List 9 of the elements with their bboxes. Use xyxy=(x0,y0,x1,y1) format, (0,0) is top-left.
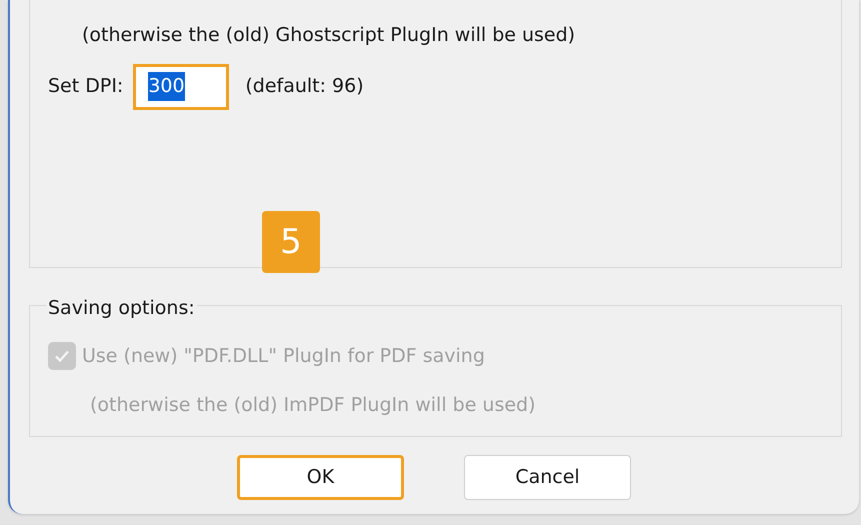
dpi-field[interactable]: 300 xyxy=(133,64,230,110)
note-text: (otherwise the (old) ImPDF PlugIn will be used) xyxy=(90,393,536,418)
ok-button[interactable]: OK xyxy=(237,455,404,500)
checkbox-label: Use (new) "PDF.DLL" PlugIn for PDF saving xyxy=(82,344,485,369)
default-hint: (default: 96) xyxy=(245,74,364,100)
note-text: (otherwise the (old) Ghostscript PlugIn will be used) xyxy=(82,24,576,46)
dpi-label: Set DPI: xyxy=(48,74,124,100)
step-badge: 5 xyxy=(262,211,320,273)
cancel-button[interactable]: Cancel xyxy=(464,455,631,500)
